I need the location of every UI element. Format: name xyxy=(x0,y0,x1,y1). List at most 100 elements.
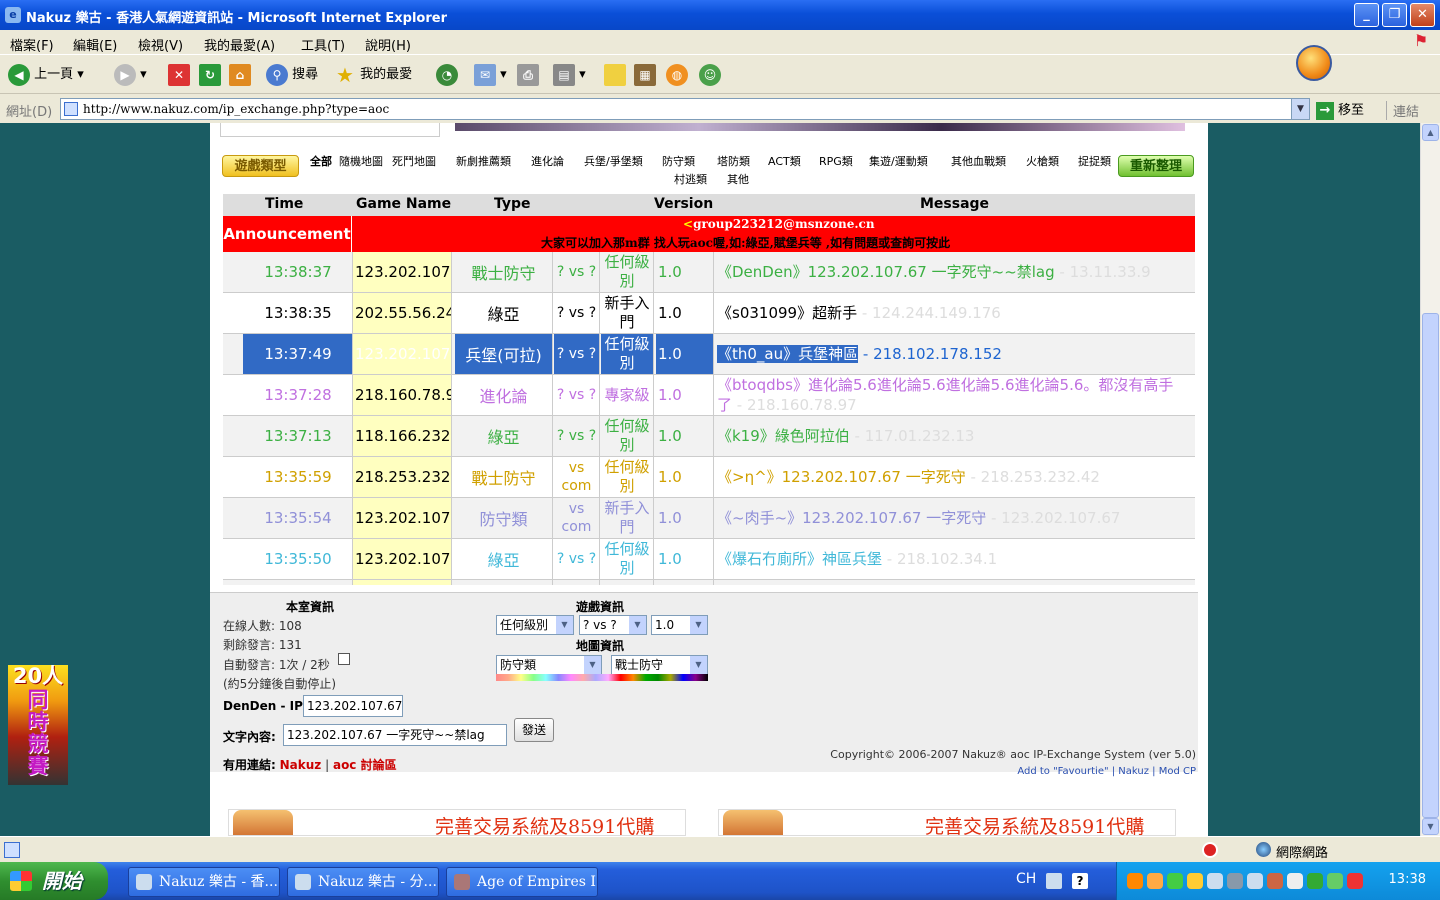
scroll-up-icon[interactable]: ▲ xyxy=(1422,124,1439,141)
refresh-button[interactable]: ↻ xyxy=(199,63,221,87)
banner-ad-left[interactable]: 完善交易系統及8591代購 xyxy=(228,809,686,836)
nav-item[interactable]: 死鬥地圖 xyxy=(392,153,436,169)
menu-favorites[interactable]: 我的最愛(A) xyxy=(204,35,275,54)
back-button[interactable]: ◀ 上一頁 ▾ xyxy=(8,63,84,87)
nav-item[interactable]: 隨機地圖 xyxy=(339,153,383,169)
task-nakuz-1[interactable]: Nakuz 樂古 - 香... xyxy=(128,867,280,897)
footer-links[interactable]: Add to "Favourtie" | Nakuz | Mod CP xyxy=(1017,766,1196,777)
row-ip[interactable]: 218.160.78.97 xyxy=(352,375,452,415)
table-row[interactable]: 13:35:54 123.202.107.67防守類vs com新手入門1.0《~… xyxy=(223,498,1195,539)
announcement-row[interactable]: Announcement <group223212@msnzone.cn 大家可… xyxy=(223,216,1195,252)
menu-edit[interactable]: 編輯(E) xyxy=(73,35,117,54)
tray-icon[interactable] xyxy=(1187,873,1203,889)
scroll-thumb[interactable] xyxy=(1422,313,1439,818)
address-input[interactable]: http://www.nakuz.com/ip_exchange.php?typ… xyxy=(60,98,1310,120)
language-indicator[interactable]: CH xyxy=(1016,871,1036,887)
refresh-list-button[interactable]: 重新整理 xyxy=(1118,155,1194,177)
version-select[interactable]: 1.0 ▼ xyxy=(651,615,708,635)
tray-icon[interactable] xyxy=(1147,873,1163,889)
task-nakuz-2[interactable]: Nakuz 樂古 - 分... xyxy=(287,867,439,897)
table-row[interactable]: 13:38:35 202.55.56.244綠亞? vs ?新手入門1.0《s03… xyxy=(223,293,1195,334)
level-select[interactable]: 任何級別 ▼ xyxy=(496,615,574,635)
side-banner-ad[interactable]: 20人 同時競賽 xyxy=(8,665,68,785)
nav-item[interactable]: 進化論 xyxy=(531,153,564,169)
close-button[interactable]: ✕ xyxy=(1410,3,1435,27)
table-row[interactable]: 13:37:13 118.166.232.14綠亞? vs ?任何級別1.0《k1… xyxy=(223,416,1195,457)
table-row[interactable]: 13:35:50 123.202.107.67綠亞? vs ?任何級別1.0《爆石… xyxy=(223,539,1195,580)
tray-icon[interactable] xyxy=(1347,873,1363,889)
history-button[interactable]: ◔ xyxy=(436,63,458,87)
nav-item[interactable]: 防守類 xyxy=(662,153,695,169)
maximize-button[interactable]: ❐ xyxy=(1382,3,1407,27)
tray-icon[interactable] xyxy=(1207,873,1223,889)
mail-button[interactable]: ✉ ▾ xyxy=(474,63,507,87)
home-button[interactable]: ⌂ xyxy=(229,63,251,87)
message-input[interactable]: 123.202.107.67 一字死守~~禁lag xyxy=(283,724,507,746)
vertical-scrollbar[interactable]: ▲ ▼ xyxy=(1420,123,1440,836)
tray-icon[interactable] xyxy=(1227,873,1243,889)
row-ip[interactable]: 218.253.232.42 xyxy=(352,457,452,497)
auto-post-checkbox[interactable] xyxy=(338,653,350,665)
stop-button[interactable]: ✕ xyxy=(168,63,190,87)
edit-button[interactable]: ▤ ▾ xyxy=(553,63,586,87)
nav-item[interactable]: RPG類 xyxy=(819,153,853,169)
menu-file[interactable]: 檔案(F) xyxy=(10,35,54,54)
tray-icon[interactable] xyxy=(1267,873,1283,889)
table-row[interactable]: 13:35:59 218.253.232.42戰士防守vs com任何級別1.0《… xyxy=(223,457,1195,498)
tray-icon[interactable] xyxy=(1247,873,1263,889)
links-button[interactable]: 連結 xyxy=(1386,101,1419,120)
nav-item[interactable]: ACT類 xyxy=(768,153,801,169)
link-forum[interactable]: aoc 討論區 xyxy=(333,758,397,772)
table-row[interactable]: 13:38:37 123.202.107.67戰士防守? vs ?任何級別1.0《… xyxy=(223,252,1195,293)
banner-ad-right[interactable]: 完善交易系統及8591代購 xyxy=(718,809,1176,836)
tray-icon[interactable] xyxy=(1307,873,1323,889)
menu-tools[interactable]: 工具(T) xyxy=(301,35,345,54)
table-row[interactable]: 13:37:49123.202.107.67兵堡(可拉)? vs ?任何級別1.… xyxy=(223,334,1195,375)
nav-item[interactable]: 其他血戰類 xyxy=(951,153,1006,169)
clock[interactable]: 13:38 xyxy=(1389,872,1426,887)
nav-item[interactable]: 其他 xyxy=(727,171,749,187)
link-nakuz[interactable]: Nakuz xyxy=(280,758,322,772)
messenger-button[interactable]: ☺ xyxy=(699,63,721,87)
nav-item[interactable]: 捉捉類 xyxy=(1078,153,1111,169)
discuss-button[interactable] xyxy=(604,63,626,87)
menu-help[interactable]: 說明(H) xyxy=(365,35,411,54)
search-button[interactable]: ⚲ 搜尋 xyxy=(266,63,318,87)
row-ip[interactable]: 203.81.22.44 xyxy=(352,580,452,585)
research-button[interactable]: ▦ xyxy=(634,63,656,87)
start-button[interactable]: 開始 xyxy=(0,862,108,900)
minimize-button[interactable]: _ xyxy=(1354,3,1379,27)
msn-button[interactable]: ◍ xyxy=(666,63,688,87)
tray-icon[interactable] xyxy=(1327,873,1343,889)
nav-item[interactable]: 村逃類 xyxy=(674,171,707,187)
menu-view[interactable]: 檢視(V) xyxy=(138,35,183,54)
nav-item[interactable]: 集遊/運動類 xyxy=(869,153,928,169)
color-picker[interactable] xyxy=(496,674,708,681)
row-ip[interactable]: 118.166.232.14 xyxy=(352,416,452,456)
send-button[interactable]: 發送 xyxy=(514,718,554,742)
scroll-down-icon[interactable]: ▼ xyxy=(1422,818,1439,835)
ip-input[interactable]: 123.202.107.67 xyxy=(303,695,403,717)
row-ip[interactable]: 123.202.107.67 xyxy=(352,498,452,538)
go-button[interactable]: → 移至 xyxy=(1316,99,1364,120)
nav-item[interactable]: 塔防類 xyxy=(717,153,750,169)
table-row[interactable]: 13:37:28 218.160.78.97進化論? vs ?專家級1.0《bto… xyxy=(223,375,1195,416)
row-ip[interactable]: 123.202.107.67 xyxy=(352,252,452,292)
help-icon[interactable]: ? xyxy=(1072,873,1088,889)
row-ip[interactable]: 123.202.107.67 xyxy=(352,334,452,374)
map-category-select[interactable]: 防守類 ▼ xyxy=(496,655,602,675)
task-age-of-empires[interactable]: Age of Empires I... xyxy=(446,867,598,897)
row-ip[interactable]: 123.202.107.67 xyxy=(352,539,452,579)
map-name-select[interactable]: 戰士防守 ▼ xyxy=(611,655,708,675)
vs-select[interactable]: ? vs ? ▼ xyxy=(579,615,647,635)
print-button[interactable]: ⎙ xyxy=(517,63,539,87)
volume-icon[interactable] xyxy=(1287,873,1303,889)
nav-item[interactable]: 火槍類 xyxy=(1026,153,1059,169)
forward-button[interactable]: ▶ ▾ xyxy=(114,63,147,87)
address-dropdown-icon[interactable]: ▼ xyxy=(1291,99,1309,119)
nav-all[interactable]: 全部 xyxy=(310,153,332,169)
row-ip[interactable]: 202.55.56.244 xyxy=(352,293,452,333)
tray-icon[interactable] xyxy=(1167,873,1183,889)
tray-icon[interactable] xyxy=(1127,873,1143,889)
keyboard-icon[interactable] xyxy=(1046,873,1062,889)
